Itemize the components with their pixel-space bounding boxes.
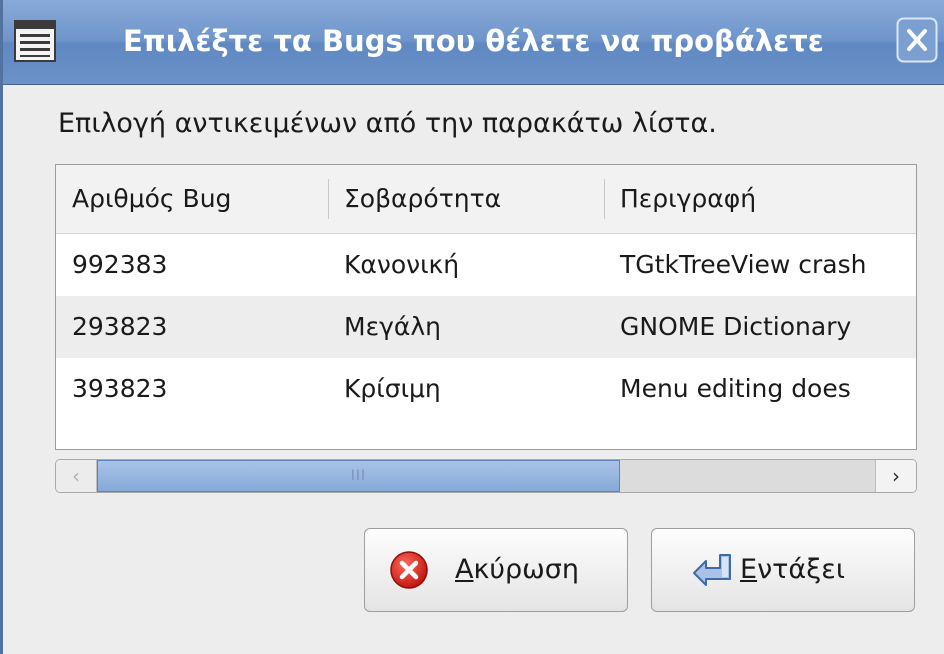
ok-button-label: Εντάξει [740,529,845,611]
window-menu-icon[interactable] [14,20,56,62]
list-header: Αριθμός Bug Σοβαρότητα Περιγραφή [56,165,916,234]
title-bar[interactable]: Επιλέξτε τα Bugs που θέλετε να προβάλετε [3,0,944,85]
close-icon[interactable] [896,17,938,63]
severity-cell: Κρίσιμη [344,374,441,403]
cancel-button-label: Ακύρωση [455,529,579,611]
scroll-left-icon[interactable]: ‹ [56,460,97,492]
bug-number-cell: 293823 [72,312,168,341]
severity-cell: Μεγάλη [344,312,441,341]
column-header-severity[interactable]: Σοβαρότητα [328,165,604,233]
bug-list[interactable]: Αριθμός Bug Σοβαρότητα Περιγραφή 992383 … [55,164,917,450]
column-header-bug-number[interactable]: Αριθμός Bug [56,165,328,233]
description-cell: GNOME Dictionary [620,312,852,341]
column-header-description[interactable]: Περιγραφή [604,165,916,233]
cancel-icon [389,550,429,590]
window-title: Επιλέξτε τα Bugs που θέλετε να προβάλετε [123,24,824,58]
cancel-mnemonic: Α [455,554,474,585]
bug-number-cell: 393823 [72,374,168,403]
ok-button[interactable]: Εντάξει [651,528,915,612]
cancel-button[interactable]: Ακύρωση [364,528,628,612]
horizontal-scrollbar[interactable]: ‹ III › [55,459,917,493]
ok-arrow-icon [690,549,736,589]
cancel-label-rest: κύρωση [473,554,579,585]
severity-cell: Κανονική [344,250,460,279]
description-cell: Menu editing does [620,374,851,403]
bug-number-cell: 992383 [72,250,168,279]
ok-mnemonic: Ε [740,554,758,585]
ok-label-rest: ντάξει [757,554,845,585]
scrollbar-thumb[interactable]: III [97,460,620,492]
table-row[interactable]: 992383 Κανονική TGtkTreeView crash [56,234,916,296]
table-row[interactable]: 393823 Κρίσιμη Menu editing does [56,358,916,420]
instruction-label: Επιλογή αντικειμένων από την παρακάτω λί… [58,108,717,139]
scroll-right-icon[interactable]: › [875,460,916,492]
description-cell: TGtkTreeView crash [620,250,867,279]
table-row[interactable]: 293823 Μεγάλη GNOME Dictionary [56,296,916,358]
dialog-window: Επιλέξτε τα Bugs που θέλετε να προβάλετε… [0,0,944,654]
